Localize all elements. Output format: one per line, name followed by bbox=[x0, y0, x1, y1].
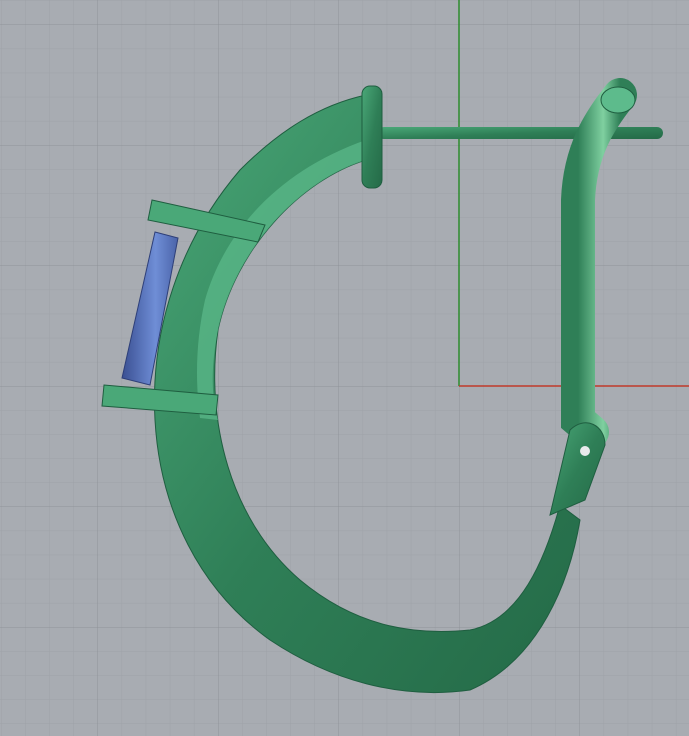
post-wire bbox=[378, 127, 663, 139]
hinge-pin bbox=[580, 446, 590, 456]
hook-tip bbox=[600, 86, 636, 114]
3d-viewport[interactable] bbox=[0, 0, 689, 736]
post-disc bbox=[361, 85, 383, 189]
